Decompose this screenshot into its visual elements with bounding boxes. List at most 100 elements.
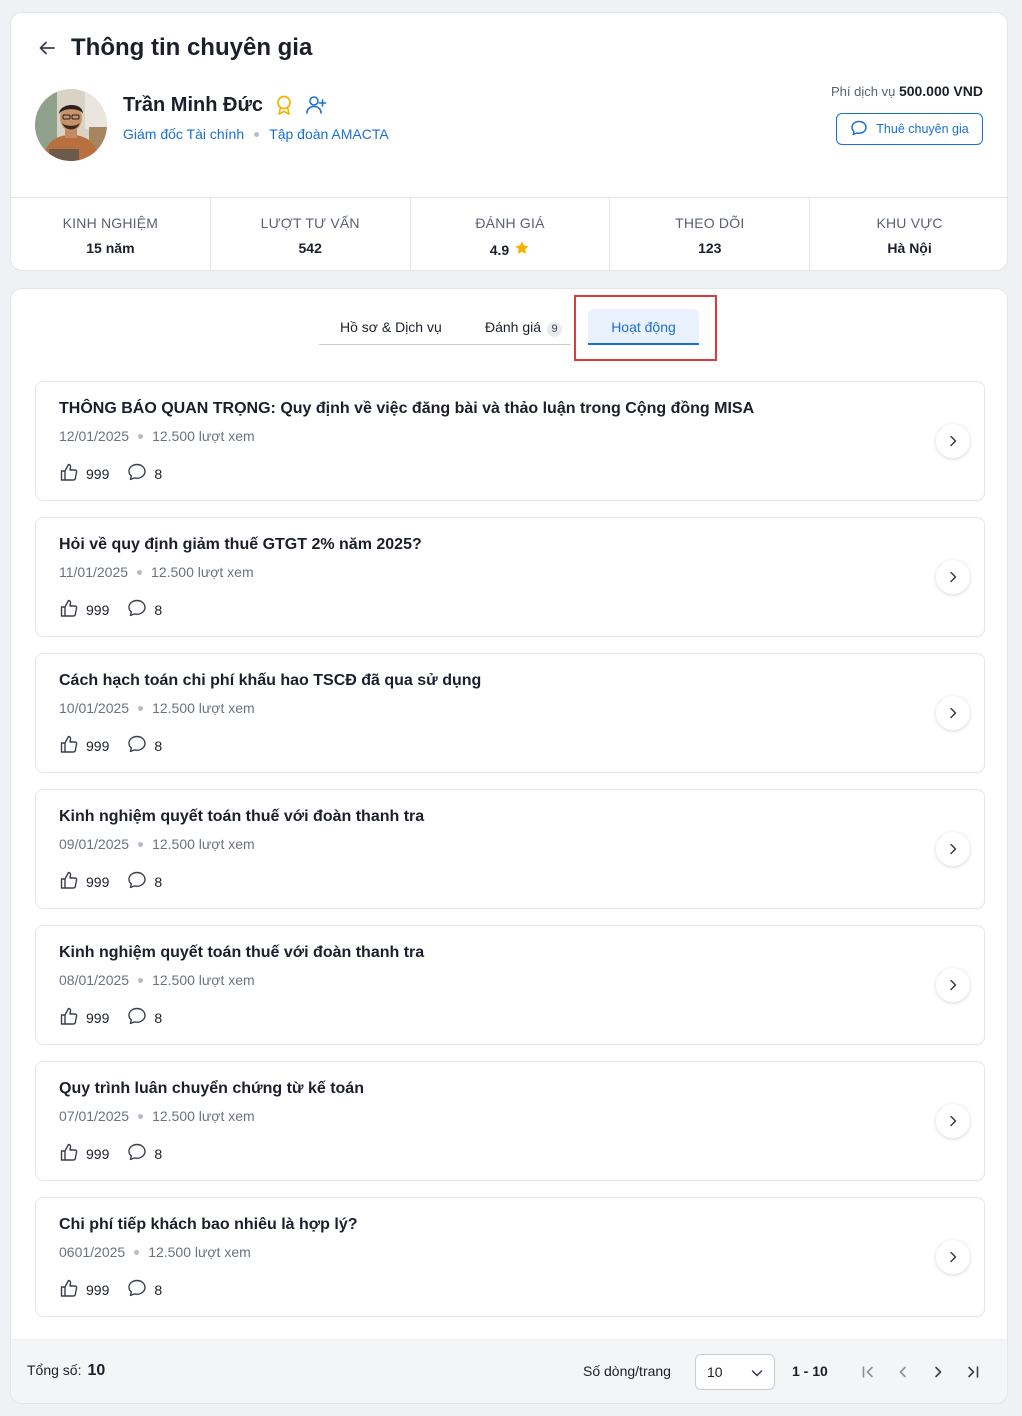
page-header: Thông tin chuyên gia — [37, 33, 312, 63]
chevron-right-icon[interactable] — [936, 1240, 970, 1274]
expert-position[interactable]: Giám đốc Tài chính — [123, 126, 244, 142]
comment-icon — [127, 462, 147, 485]
back-arrow-icon[interactable] — [37, 38, 57, 58]
post-title[interactable]: Quy trình luân chuyển chứng từ kế toán — [59, 1080, 364, 1098]
post-title[interactable]: Kinh nghiệm quyết toán thuế với đoàn tha… — [59, 808, 424, 826]
post-meta: 07/01/2025 12.500 lượt xem — [59, 1108, 255, 1124]
like-button[interactable]: 999 — [59, 1142, 109, 1165]
tab-reviews[interactable]: Đánh giá 9 — [485, 309, 563, 337]
like-button[interactable]: 999 — [59, 1006, 109, 1029]
thumbs-up-icon — [59, 462, 79, 485]
post-card[interactable]: THÔNG BÁO QUAN TRỌNG: Quy định về việc đ… — [35, 381, 985, 501]
post-meta: 12/01/2025 12.500 lượt xem — [59, 428, 255, 444]
post-date: 08/01/2025 — [59, 972, 130, 988]
comment-icon — [127, 870, 147, 893]
expert-profile-card: Thông tin chuyên gia Trần Minh Đức Giám … — [10, 12, 1008, 271]
comment-icon — [127, 1142, 147, 1165]
comment-count: 8 — [154, 1145, 163, 1162]
thumbs-up-icon — [59, 734, 79, 757]
page-title: Thông tin chuyên gia — [71, 34, 313, 61]
star-icon — [514, 240, 530, 259]
post-title[interactable]: THÔNG BÁO QUAN TRỌNG: Quy định về việc đ… — [59, 400, 754, 418]
hire-expert-button[interactable]: Thuê chuyên gia — [836, 113, 983, 145]
tab-label: Hồ sơ & Dịch vụ — [340, 319, 442, 335]
comment-button[interactable]: 8 — [127, 1006, 162, 1029]
post-date: 10/01/2025 — [59, 700, 130, 716]
comment-icon — [127, 734, 147, 757]
activity-card: Hồ sơ & Dịch vụ Đánh giá 9 Hoạt động THÔN… — [10, 288, 1008, 1404]
post-date: 11/01/2025 — [59, 564, 129, 580]
stat-experience: KINH NGHIỆM 15 năm — [11, 198, 211, 270]
like-button[interactable]: 999 — [59, 870, 109, 893]
comment-button[interactable]: 8 — [127, 870, 162, 893]
like-button[interactable]: 999 — [59, 1278, 109, 1301]
last-page-icon[interactable] — [961, 1360, 985, 1384]
separator-dot — [138, 841, 144, 847]
post-views: 12.500 lượt xem — [151, 564, 254, 580]
post-card[interactable]: Kinh nghiệm quyết toán thuế với đoàn tha… — [35, 789, 985, 909]
thumbs-up-icon — [59, 870, 79, 893]
post-meta: 09/01/2025 12.500 lượt xem — [59, 836, 255, 852]
stat-label: KINH NGHIỆM — [62, 215, 159, 231]
comment-count: 8 — [154, 1009, 163, 1026]
comment-button[interactable]: 8 — [127, 598, 162, 621]
post-title[interactable]: Cách hạch toán chi phí khấu hao TSCĐ đã … — [59, 672, 481, 690]
expert-name-row: Trần Minh Đức — [123, 91, 327, 119]
separator-dot — [134, 1249, 140, 1255]
user-plus-icon[interactable] — [305, 94, 327, 116]
separator-dot — [138, 705, 144, 711]
prev-page-icon[interactable] — [891, 1360, 915, 1384]
stat-rating: ĐÁNH GIÁ 4.9 — [411, 198, 611, 270]
like-count: 999 — [86, 465, 110, 482]
comment-button[interactable]: 8 — [127, 734, 162, 757]
post-meta: 0601/2025 12.500 lượt xem — [59, 1244, 251, 1260]
post-date: 09/01/2025 — [59, 836, 130, 852]
expert-company[interactable]: Tập đoàn AMACTA — [269, 126, 389, 142]
comment-button[interactable]: 8 — [127, 462, 162, 485]
post-card[interactable]: Kinh nghiệm quyết toán thuế với đoàn tha… — [35, 925, 985, 1045]
rows-per-page-select[interactable]: 10 — [695, 1354, 775, 1390]
like-button[interactable]: 999 — [59, 734, 109, 757]
post-actions: 999 8 — [59, 1278, 180, 1301]
post-title[interactable]: Chi phí tiếp khách bao nhiêu là hợp lý? — [59, 1216, 358, 1234]
like-button[interactable]: 999 — [59, 598, 109, 621]
separator-dot — [137, 569, 143, 575]
post-views: 12.500 lượt xem — [152, 972, 255, 988]
post-title[interactable]: Kinh nghiệm quyết toán thuế với đoàn tha… — [59, 944, 424, 962]
stat-followers: THEO DÕI 123 — [610, 198, 811, 270]
post-card[interactable]: Chi phí tiếp khách bao nhiêu là hợp lý? 0… — [35, 1197, 985, 1317]
tab-profile-services[interactable]: Hồ sơ & Dịch vụ — [340, 309, 442, 335]
chevron-right-icon[interactable] — [936, 968, 970, 1002]
like-count: 999 — [86, 737, 110, 754]
chevron-right-icon[interactable] — [936, 696, 970, 730]
post-card[interactable]: Quy trình luân chuyển chứng từ kế toán 07… — [35, 1061, 985, 1181]
chevron-right-icon[interactable] — [936, 560, 970, 594]
page-range: 1 - 10 — [792, 1363, 828, 1379]
separator-dot — [254, 131, 260, 137]
like-button[interactable]: 999 — [59, 462, 109, 485]
chevron-right-icon[interactable] — [936, 1104, 970, 1138]
award-icon — [273, 94, 295, 116]
chevron-right-icon[interactable] — [936, 832, 970, 866]
tab-label: Đánh giá — [485, 319, 542, 335]
post-card[interactable]: Cách hạch toán chi phí khấu hao TSCĐ đã … — [35, 653, 985, 773]
comment-count: 8 — [154, 873, 163, 890]
post-views: 12.500 lượt xem — [152, 700, 255, 716]
expert-subtitle: Giám đốc Tài chính Tập đoàn AMACTA — [123, 126, 389, 142]
thumbs-up-icon — [59, 598, 79, 621]
chat-icon — [850, 119, 868, 140]
next-page-icon[interactable] — [926, 1360, 950, 1384]
service-fee: Phí dịch vụ 500.000 VND — [831, 83, 983, 99]
first-page-icon[interactable] — [856, 1360, 880, 1384]
comment-button[interactable]: 8 — [127, 1278, 162, 1301]
post-actions: 999 8 — [59, 734, 180, 757]
post-views: 12.500 lượt xem — [152, 428, 255, 444]
chevron-right-icon[interactable] — [936, 424, 970, 458]
comment-button[interactable]: 8 — [127, 1142, 162, 1165]
post-actions: 999 8 — [59, 1006, 180, 1029]
post-title[interactable]: Hỏi về quy định giảm thuế GTGT 2% năm 20… — [59, 536, 422, 554]
post-date: 12/01/2025 — [59, 428, 130, 444]
stat-value: 123 — [698, 240, 722, 256]
post-card[interactable]: Hỏi về quy định giảm thuế GTGT 2% năm 20… — [35, 517, 985, 637]
stat-label: THEO DÕI — [675, 215, 745, 231]
